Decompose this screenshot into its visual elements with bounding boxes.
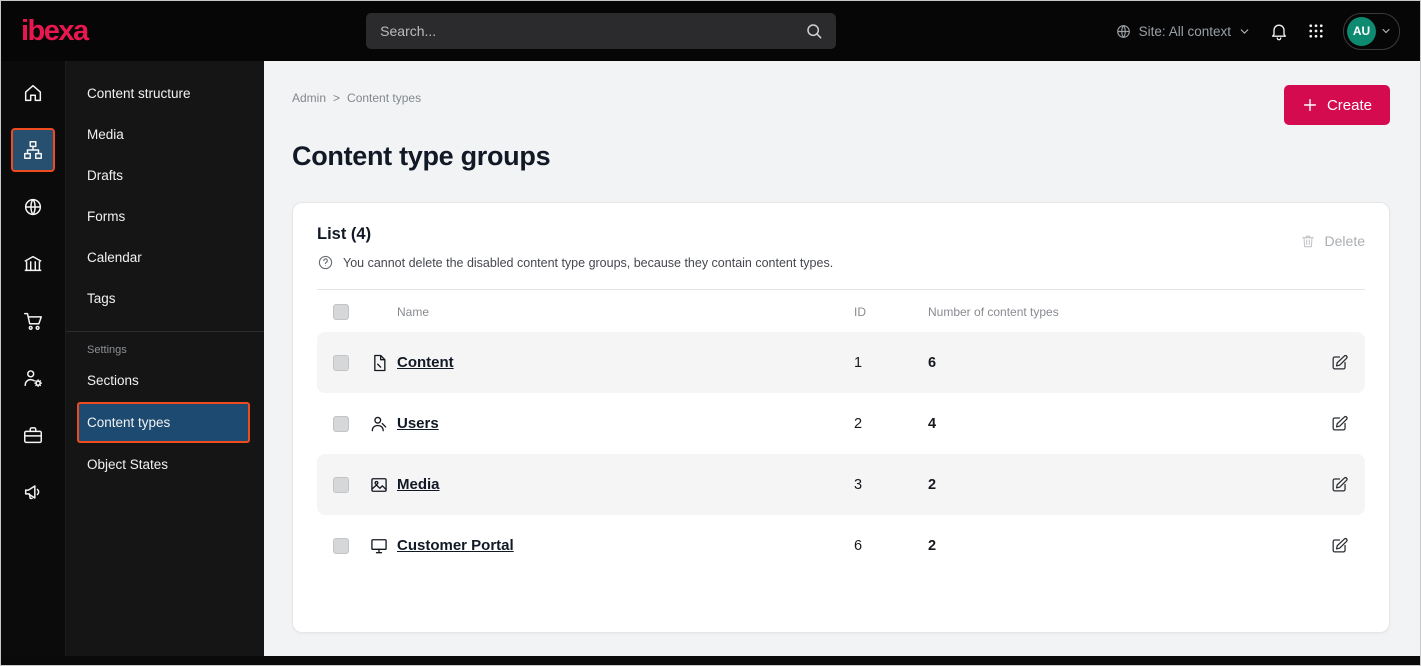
group-id: 6 bbox=[854, 537, 863, 554]
create-button[interactable]: Create bbox=[1283, 85, 1390, 125]
commerce-cart-icon bbox=[22, 310, 44, 332]
table-header: Name ID Number of content types bbox=[317, 290, 1365, 332]
group-id: 1 bbox=[854, 354, 863, 371]
site-context-selector[interactable]: Site: All context bbox=[1115, 23, 1251, 40]
chevron-down-icon bbox=[1238, 25, 1251, 38]
edit-pencil-icon bbox=[1330, 353, 1349, 372]
product-catalog-icon bbox=[22, 253, 44, 275]
search-input[interactable] bbox=[366, 13, 837, 49]
user-menu[interactable]: AU bbox=[1342, 12, 1400, 50]
table-row: Users 2 4 bbox=[317, 393, 1365, 454]
briefcase-icon bbox=[22, 424, 44, 446]
content-type-groups-card: List (4) You cannot delete the disabled … bbox=[292, 202, 1390, 633]
global-search bbox=[366, 13, 837, 49]
table-row: Media 3 2 bbox=[317, 454, 1365, 515]
megaphone-icon bbox=[22, 481, 44, 503]
list-hint-text: You cannot delete the disabled content t… bbox=[343, 255, 834, 270]
sidebar-item-media[interactable]: Media bbox=[66, 114, 264, 155]
rail-item-workspace[interactable] bbox=[11, 413, 55, 457]
breadcrumb-admin-link[interactable]: Admin bbox=[292, 91, 326, 105]
column-header-count: Number of content types bbox=[928, 305, 1059, 319]
column-header-name: Name bbox=[397, 305, 430, 319]
media-group-icon bbox=[369, 475, 397, 495]
table-row: Customer Portal 6 2 bbox=[317, 515, 1365, 576]
edit-pencil-icon bbox=[1330, 475, 1349, 494]
rail-item-marketing[interactable] bbox=[11, 470, 55, 514]
notifications-bell-icon[interactable] bbox=[1269, 21, 1289, 41]
list-hint: You cannot delete the disabled content t… bbox=[317, 254, 833, 271]
rail-item-site[interactable] bbox=[11, 185, 55, 229]
column-header-id: ID bbox=[854, 305, 866, 319]
users-group-icon bbox=[369, 414, 397, 434]
search-icon[interactable] bbox=[804, 21, 824, 41]
row-checkbox[interactable] bbox=[333, 537, 349, 554]
edit-group-button[interactable] bbox=[1330, 414, 1349, 433]
sidebar-item-drafts[interactable]: Drafts bbox=[66, 155, 264, 196]
chevron-down-icon bbox=[1380, 25, 1392, 37]
rail-item-product-catalog[interactable] bbox=[11, 242, 55, 286]
breadcrumb: Admin > Content types bbox=[292, 91, 421, 105]
select-all-checkbox[interactable] bbox=[333, 304, 349, 320]
edit-group-button[interactable] bbox=[1330, 475, 1349, 494]
home-icon bbox=[22, 82, 44, 104]
group-count: 2 bbox=[928, 476, 937, 493]
ibexa-logo[interactable]: ibexa bbox=[21, 15, 89, 48]
edit-group-button[interactable] bbox=[1330, 536, 1349, 555]
edit-pencil-icon bbox=[1330, 414, 1349, 433]
sidebar-item-content-structure[interactable]: Content structure bbox=[66, 73, 264, 114]
site-globe-icon bbox=[22, 196, 44, 218]
group-id: 2 bbox=[854, 415, 863, 432]
group-count: 6 bbox=[928, 354, 937, 371]
edit-pencil-icon bbox=[1330, 536, 1349, 555]
rail-item-content[interactable] bbox=[11, 128, 55, 172]
breadcrumb-current: Content types bbox=[347, 91, 422, 105]
help-question-icon[interactable] bbox=[317, 254, 334, 271]
sidebar-item-tags[interactable]: Tags bbox=[66, 278, 264, 319]
topbar-right-cluster: Site: All context AU bbox=[1115, 12, 1400, 50]
create-button-label: Create bbox=[1326, 96, 1372, 114]
site-context-label: Site: All context bbox=[1138, 23, 1231, 39]
sidebar-item-object-states[interactable]: Object States bbox=[66, 444, 264, 485]
main-content: Admin > Content types Create Content typ… bbox=[264, 61, 1420, 656]
row-checkbox[interactable] bbox=[333, 415, 349, 432]
page-title: Content type groups bbox=[292, 141, 551, 171]
rail-item-commerce[interactable] bbox=[11, 299, 55, 343]
group-count: 4 bbox=[928, 415, 937, 432]
content-tree-icon bbox=[22, 139, 44, 161]
avatar: AU bbox=[1346, 16, 1376, 46]
sidebar-item-calendar[interactable]: Calendar bbox=[66, 237, 264, 278]
group-id: 3 bbox=[854, 476, 863, 493]
group-link-customer-portal[interactable]: Customer Portal bbox=[397, 537, 514, 554]
group-link-users[interactable]: Users bbox=[397, 415, 439, 432]
table-row: Content 1 6 bbox=[317, 332, 1365, 393]
list-heading: List (4) bbox=[317, 225, 372, 243]
admin-user-gear-icon bbox=[22, 367, 44, 389]
sidebar-item-sections[interactable]: Sections bbox=[66, 360, 264, 401]
delete-button[interactable]: Delete bbox=[1300, 233, 1365, 249]
plus-icon bbox=[1302, 97, 1318, 113]
icon-rail bbox=[1, 61, 66, 656]
row-checkbox[interactable] bbox=[333, 354, 349, 371]
globe-icon bbox=[1115, 23, 1132, 40]
group-count: 2 bbox=[928, 537, 937, 554]
rail-item-admin[interactable] bbox=[11, 356, 55, 400]
row-checkbox[interactable] bbox=[333, 476, 349, 493]
delete-button-label: Delete bbox=[1324, 233, 1365, 249]
edit-group-button[interactable] bbox=[1330, 353, 1349, 372]
top-bar: ibexa Site: All context AU bbox=[1, 1, 1420, 61]
customer-portal-group-icon bbox=[369, 536, 397, 556]
trash-icon bbox=[1300, 233, 1316, 249]
rail-item-home[interactable] bbox=[11, 71, 55, 115]
sidebar-item-content-types[interactable]: Content types bbox=[77, 402, 250, 443]
settings-section-heading: Settings bbox=[87, 344, 127, 356]
sidebar-item-forms[interactable]: Forms bbox=[66, 196, 264, 237]
content-group-icon bbox=[369, 353, 397, 373]
app-switcher-grid-icon[interactable] bbox=[1307, 22, 1325, 40]
group-link-media[interactable]: Media bbox=[397, 476, 440, 493]
sidebar-menu: Content structure Media Drafts Forms Cal… bbox=[66, 61, 264, 656]
breadcrumb-separator: > bbox=[333, 91, 341, 105]
group-link-content[interactable]: Content bbox=[397, 354, 454, 371]
app-shell: Content structure Media Drafts Forms Cal… bbox=[1, 61, 1420, 656]
